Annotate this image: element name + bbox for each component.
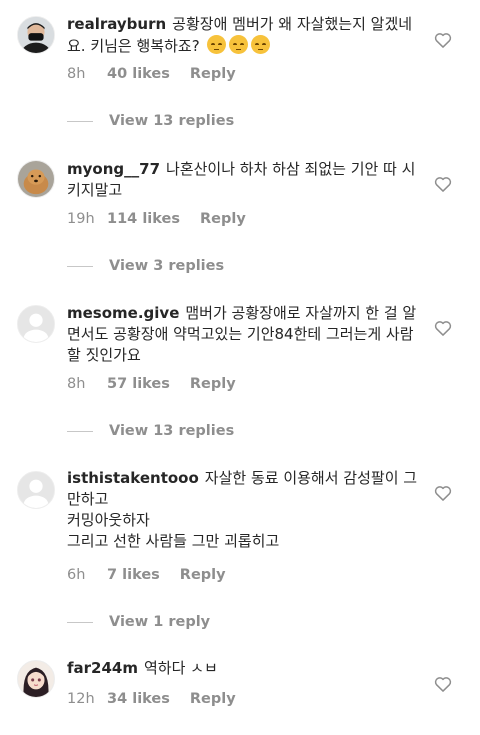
view-replies-label: View 13 replies [109, 113, 235, 129]
comment-time: 6h [67, 567, 86, 583]
comment-username[interactable]: far244m [67, 659, 138, 677]
reply-button[interactable]: Reply [190, 66, 236, 82]
comment-likes[interactable]: 57 likes [107, 376, 170, 392]
avatar[interactable] [17, 305, 55, 343]
comment-likes[interactable]: 7 likes [107, 567, 160, 583]
view-replies-button[interactable]: View 1 reply [67, 614, 210, 630]
comment-body: realrayburn 공황장애 멤버가 왜 자살했는지 알겠네요. 키님은 행복… [67, 14, 429, 57]
view-replies-label: View 13 replies [109, 423, 235, 439]
comment-likes[interactable]: 114 likes [107, 211, 180, 227]
comment-time: 8h [67, 66, 86, 82]
comment-meta: 6h 7 likes Reply [67, 567, 226, 583]
heart-outline-icon[interactable] [433, 174, 453, 194]
heart-outline-icon[interactable] [433, 30, 453, 50]
comment-body: far244m 역하다 ㅅㅂ [67, 658, 429, 679]
reply-button[interactable]: Reply [200, 211, 246, 227]
comment-time: 12h [67, 691, 95, 707]
comment-likes[interactable]: 34 likes [107, 691, 170, 707]
view-replies-label: View 1 reply [109, 614, 211, 630]
comments-list: realrayburn 공황장애 멤버가 왜 자살했는지 알겠네요. 키님은 행복… [0, 0, 480, 735]
comment-meta: 19h 114 likes Reply [67, 211, 246, 227]
heart-outline-icon[interactable] [433, 318, 453, 338]
view-replies-label: View 3 replies [109, 258, 225, 274]
comment-meta: 8h 40 likes Reply [67, 66, 236, 82]
divider-line [67, 621, 93, 623]
avatar[interactable] [17, 660, 55, 698]
upside-down-face-emoji [251, 35, 271, 54]
comment-body: mesome.give 맴버가 공황장애로 자살까지 한 걸 알면서도 공황장애 … [67, 303, 429, 366]
reply-button[interactable]: Reply [190, 376, 236, 392]
comment-username[interactable]: realrayburn [67, 15, 166, 33]
divider-line [67, 430, 93, 432]
comment-meta: 8h 57 likes Reply [67, 376, 236, 392]
heart-outline-icon[interactable] [433, 674, 453, 694]
divider-line [67, 120, 93, 122]
upside-down-face-emoji [229, 35, 249, 54]
divider-line [67, 265, 93, 267]
avatar[interactable] [17, 471, 55, 509]
view-replies-button[interactable]: View 13 replies [67, 113, 234, 129]
comment-username[interactable]: myong__77 [67, 160, 160, 178]
view-replies-button[interactable]: View 3 replies [67, 258, 224, 274]
comment-body: isthistakentooo 자살한 동료 이용해서 감성팔이 그만하고 커밍아… [67, 468, 429, 552]
comment-body: myong__77 나혼산이나 하차 하삼 죄없는 기안 따 시키지말고 [67, 159, 429, 201]
avatar[interactable] [17, 16, 55, 54]
avatar[interactable] [17, 160, 55, 198]
comment-text: 역하다 ㅅㅂ [144, 659, 218, 677]
reply-button[interactable]: Reply [190, 691, 236, 707]
reply-button[interactable]: Reply [180, 567, 226, 583]
upside-down-face-emoji [207, 35, 227, 54]
comment-meta: 12h 34 likes Reply [67, 691, 236, 707]
heart-outline-icon[interactable] [433, 483, 453, 503]
view-replies-button[interactable]: View 13 replies [67, 423, 234, 439]
comment-username[interactable]: mesome.give [67, 304, 179, 322]
comment-username[interactable]: isthistakentooo [67, 469, 199, 487]
comment-time: 8h [67, 376, 86, 392]
comment-likes[interactable]: 40 likes [107, 66, 170, 82]
comment-time: 19h [67, 211, 95, 227]
